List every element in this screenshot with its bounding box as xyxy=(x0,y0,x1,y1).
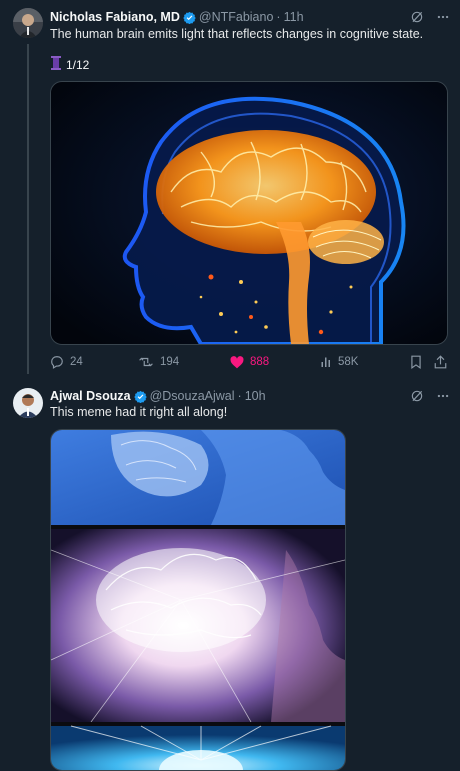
verified-badge-icon xyxy=(183,11,196,24)
author-handle[interactable]: @DsouzaAjwal xyxy=(150,389,235,403)
tweet-text: The human brain emits light that reflect… xyxy=(50,27,424,41)
repost-button[interactable]: 194 xyxy=(138,355,179,369)
thread-connector-line xyxy=(27,44,29,374)
reply-button[interactable]: 24 xyxy=(50,355,83,369)
expanding-brain-meme-image xyxy=(51,430,345,770)
thread-spool-icon xyxy=(50,56,62,73)
share-button[interactable] xyxy=(434,355,447,369)
tweet-media-brain-meme[interactable] xyxy=(50,429,346,771)
verified-badge-icon xyxy=(133,390,147,403)
glowing-brain-illustration xyxy=(51,82,447,344)
tweet-text: This meme had it right all along! xyxy=(50,405,228,419)
reply-icon xyxy=(50,355,64,369)
more-icon[interactable] xyxy=(436,10,450,24)
like-count: 888 xyxy=(250,356,270,368)
tweet-2[interactable]: Ajwal Dsouza @DsouzaAjwal · 10h This mem… xyxy=(0,380,460,771)
header-actions xyxy=(410,10,450,24)
tweet-timestamp[interactable]: 10h xyxy=(245,389,266,403)
share-icon xyxy=(434,355,447,369)
views-count: 58K xyxy=(338,356,359,368)
views-icon xyxy=(320,356,332,368)
separator-dot: · xyxy=(237,389,242,403)
author-handle[interactable]: @NTFabiano xyxy=(199,10,274,24)
repost-icon xyxy=(138,355,154,369)
bookmark-icon xyxy=(410,355,422,369)
views-button[interactable]: 58K xyxy=(320,356,358,368)
header-actions xyxy=(410,389,450,403)
bookmark-button[interactable] xyxy=(410,355,422,369)
avatar-ajwal-dsouza[interactable] xyxy=(13,388,43,418)
repost-count: 194 xyxy=(160,356,180,368)
reply-count: 24 xyxy=(70,356,83,368)
tweet-actions-bar: 24 194 888 58K xyxy=(50,352,450,372)
author-name[interactable]: Nicholas Fabiano, MD xyxy=(50,10,180,24)
tweet-timestamp[interactable]: 11h xyxy=(284,10,304,24)
like-icon xyxy=(230,355,244,369)
tweet-1[interactable]: Nicholas Fabiano, MD @NTFabiano · 11h Th… xyxy=(0,0,460,380)
thread-count-label: 1/12 xyxy=(66,57,90,72)
like-button[interactable]: 888 xyxy=(230,355,270,369)
grok-icon[interactable] xyxy=(410,389,424,403)
separator-dot: · xyxy=(276,10,281,24)
grok-icon[interactable] xyxy=(410,10,424,24)
avatar-nicholas-fabiano[interactable] xyxy=(13,8,43,38)
tweet-media-brain-image[interactable] xyxy=(50,81,448,345)
tweet-header: Nicholas Fabiano, MD @NTFabiano · 11h xyxy=(50,8,450,26)
author-name[interactable]: Ajwal Dsouza xyxy=(50,389,131,403)
more-icon[interactable] xyxy=(436,389,450,403)
thread-counter: 1/12 xyxy=(50,56,89,73)
tweet-header: Ajwal Dsouza @DsouzaAjwal · 10h xyxy=(50,387,450,405)
